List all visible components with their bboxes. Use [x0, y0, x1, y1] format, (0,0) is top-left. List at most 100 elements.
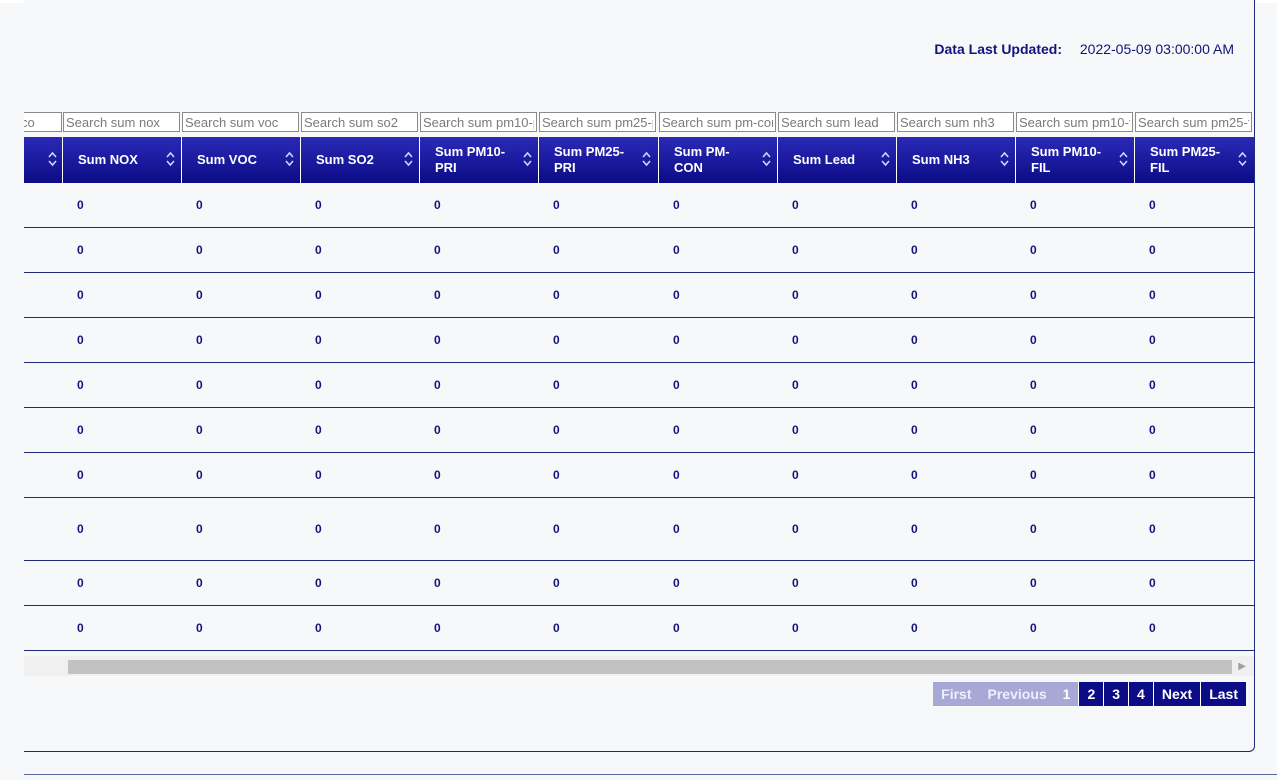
- table-cell: 0: [792, 243, 799, 257]
- table-cell: 0: [196, 576, 203, 590]
- column-header-label: Sum PM25-PRI: [554, 144, 625, 175]
- column-header-label: Sum VOC: [197, 152, 257, 167]
- next-page-button[interactable]: Next: [1152, 682, 1201, 706]
- previous-page-button[interactable]: Previous: [979, 682, 1055, 706]
- table-cell: 0: [911, 522, 918, 536]
- table-cell: 0: [1030, 576, 1037, 590]
- column-header[interactable]: Sum SO2: [300, 137, 419, 183]
- table-cell: 0: [434, 198, 441, 212]
- table-cell: 0: [673, 288, 680, 302]
- page-4-button[interactable]: 4: [1128, 682, 1153, 706]
- updated-value: 2022-05-09 03:00:00 AM: [1079, 41, 1234, 57]
- table-cell: 0: [792, 288, 799, 302]
- column-header[interactable]: Sum NH3: [896, 137, 1015, 183]
- column-header[interactable]: Sum VOC: [181, 137, 300, 183]
- first-page-button[interactable]: First: [933, 682, 980, 706]
- column-search-input[interactable]: [659, 112, 776, 132]
- horizontal-scrollbar[interactable]: ▶: [24, 656, 1254, 676]
- table-cell: 0: [553, 288, 560, 302]
- table-cell: 0: [1030, 423, 1037, 437]
- column-header-label: Sum NOX: [78, 152, 138, 167]
- table-cell: 0: [673, 468, 680, 482]
- column-search-input[interactable]: [1016, 112, 1133, 132]
- page-3-button[interactable]: 3: [1103, 682, 1129, 706]
- table-cell: 0: [673, 576, 680, 590]
- column-header[interactable]: Sum Lead: [777, 137, 896, 183]
- table-cell: 0: [673, 621, 680, 635]
- column-search-input[interactable]: [63, 112, 180, 132]
- table-cell: 0: [77, 522, 84, 536]
- table-cell: 0: [792, 522, 799, 536]
- column-header[interactable]: Sum NOX: [62, 137, 181, 183]
- table-cell: 0: [911, 576, 918, 590]
- column-header[interactable]: Sum PM10-PRI: [419, 137, 538, 183]
- column-search-input[interactable]: [539, 112, 656, 132]
- column-header[interactable]: Sum PM10-FIL: [1015, 137, 1134, 183]
- scrollbar-thumb[interactable]: [68, 660, 1232, 674]
- table-cell: 0: [911, 621, 918, 635]
- column-search-input[interactable]: [301, 112, 418, 132]
- data-panel: Data Last Updated: 2022-05-09 03:00:00 A…: [24, 0, 1255, 752]
- table-cell: 0: [315, 621, 322, 635]
- last-page-button[interactable]: Last: [1200, 682, 1246, 706]
- table-cell: 0: [911, 333, 918, 347]
- table-cell: 0: [1149, 522, 1156, 536]
- table-cell: 0: [792, 423, 799, 437]
- table-cell: 0: [434, 468, 441, 482]
- table-cell: 0: [434, 522, 441, 536]
- table-cell: 0: [673, 423, 680, 437]
- table-cell: 0: [196, 378, 203, 392]
- column-header[interactable]: Sum PM25-PRI: [538, 137, 657, 183]
- page-2-button[interactable]: 2: [1078, 682, 1104, 706]
- table-cell: 0: [434, 423, 441, 437]
- table-cell: 0: [911, 378, 918, 392]
- table-cell: 0: [553, 333, 560, 347]
- column-header[interactable]: [24, 137, 63, 183]
- table-cell: 0: [1149, 288, 1156, 302]
- pagination: First Previous 1 2 3 4 Next Last: [933, 682, 1246, 706]
- table-row: 0 0 0 0 0 0 0 0 0 0: [24, 408, 1254, 453]
- column-search-input[interactable]: [24, 112, 62, 132]
- table-row: 0 0 0 0 0 0 0 0 0 0: [24, 228, 1254, 273]
- column-search-input[interactable]: [1135, 112, 1252, 132]
- column-header-label: Sum Lead: [793, 152, 856, 167]
- table-row: 0 0 0 0 0 0 0 0 0 0: [24, 498, 1254, 561]
- table-cell: 0: [553, 522, 560, 536]
- table-cell: 0: [434, 576, 441, 590]
- column-header-label: Sum PM25-FIL: [1150, 144, 1221, 175]
- table-cell: 0: [196, 288, 203, 302]
- table-cell: 0: [1149, 378, 1156, 392]
- table-cell: 0: [911, 468, 918, 482]
- column-header-label: Sum PM10-FIL: [1031, 144, 1102, 175]
- table-row: 0 0 0 0 0 0 0 0 0 0: [24, 363, 1254, 408]
- table-cell: 0: [1149, 333, 1156, 347]
- column-header-label: Sum SO2: [316, 152, 374, 167]
- table-cell: 0: [1030, 378, 1037, 392]
- table-cell: 0: [315, 522, 322, 536]
- table-cell: 0: [77, 576, 84, 590]
- table-cell: 0: [911, 198, 918, 212]
- table-cell: 0: [315, 333, 322, 347]
- table-cell: 0: [673, 378, 680, 392]
- column-search-input[interactable]: [182, 112, 299, 132]
- table-cell: 0: [911, 423, 918, 437]
- column-search-input[interactable]: [778, 112, 895, 132]
- table-cell: 0: [434, 378, 441, 392]
- column-header[interactable]: Sum PM-CON: [658, 137, 777, 183]
- column-search-input[interactable]: [897, 112, 1014, 132]
- column-header[interactable]: Sum PM25-FIL: [1134, 137, 1253, 183]
- table-cell: 0: [553, 468, 560, 482]
- scroll-right-arrow-icon[interactable]: ▶: [1238, 661, 1246, 672]
- table-cell: 0: [434, 621, 441, 635]
- table-cell: 0: [77, 198, 84, 212]
- table-cell: 0: [911, 243, 918, 257]
- table-cell: 0: [553, 576, 560, 590]
- table-cell: 0: [315, 576, 322, 590]
- table-cell: 0: [77, 621, 84, 635]
- column-search-input[interactable]: [420, 112, 537, 132]
- table-cell: 0: [315, 423, 322, 437]
- table-cell: 0: [673, 522, 680, 536]
- page-1-button[interactable]: 1: [1054, 682, 1079, 706]
- updated-label: Data Last Updated:: [934, 41, 1062, 57]
- table-cell: 0: [77, 378, 84, 392]
